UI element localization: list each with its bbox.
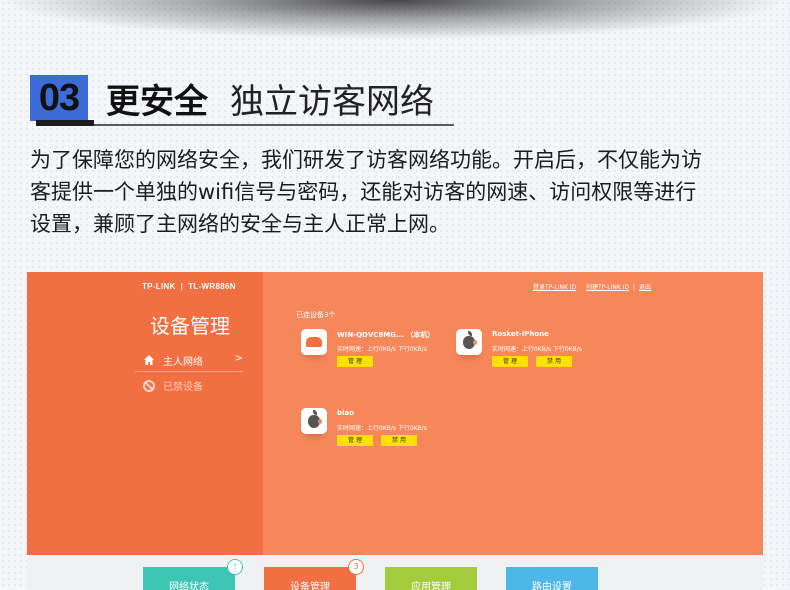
tab-label: 设备管理 [290, 582, 330, 590]
device-speed: 实时网速：上行0KB/s 下行0KB/s [337, 425, 427, 432]
sidebar-title: 设备管理 [150, 314, 230, 338]
disable-button[interactable]: 禁 用 [381, 435, 417, 446]
device-speed: 实时网速：上行0KB/s 下行0KB/s [492, 346, 582, 353]
device-card: biao 实时网速：上行0KB/s 下行0KB/s 管 理 禁 用 [301, 408, 471, 468]
tab-network-status[interactable]: 网络状态 ! [143, 559, 243, 590]
apple-icon [301, 408, 327, 434]
section-title-strong: 更安全 [106, 81, 208, 122]
chevron-right-icon: > [234, 353, 243, 364]
sidebar-divider [135, 371, 243, 372]
disable-button[interactable]: 禁 用 [536, 356, 572, 367]
top-links: 登录TP-LINK ID 创建TP-LINK ID | 退出 [533, 284, 651, 291]
intro-line: 客提供一个单独的wifi信号与密码，还能对访客的网速、访问权限等进行 [30, 180, 697, 204]
device-card: Rosket-iPhone 实时网速：上行0KB/s 下行0KB/s 管 理 禁… [456, 329, 626, 389]
device-name: Rosket-iPhone [492, 330, 549, 338]
router-admin-screenshot: TP-LINK | TL-WR886N 设备管理 主人网络 > 已禁设备 登录TP-… [27, 272, 763, 590]
create-tplink-id-link[interactable]: 创建TP-LINK ID [586, 284, 629, 291]
tab-app-management[interactable]: 应用管理 [385, 567, 477, 590]
apple-icon [456, 329, 482, 355]
tab-label: 网络状态 [169, 582, 209, 590]
router-brand: TP-LINK | TL-WR886N [142, 282, 236, 291]
device-card: WIN-QDVC8MG... （本机） 实时网速：上行0KB/s 下行0KB/s… [301, 329, 471, 389]
heading-underline [94, 124, 454, 126]
section-number: 03 [38, 76, 80, 119]
section-title-light: 独立访客网络 [230, 81, 434, 122]
sidebar-item-host-network[interactable]: 主人网络 > [143, 350, 243, 370]
count-badge: 3 [348, 559, 364, 575]
brand-logo: TP-LINK [142, 282, 176, 291]
router-main-panel: 登录TP-LINK ID 创建TP-LINK ID | 退出 已连设备3个 WI… [263, 272, 763, 555]
device-speed: 实时网速：上行0KB/s 下行0KB/s [337, 346, 427, 353]
router-model: TL-WR886N [188, 282, 236, 291]
tab-label: 路由设置 [532, 582, 572, 590]
sidebar-item-blocked-devices[interactable]: 已禁设备 [143, 378, 203, 393]
intro-line: 为了保障您的网络安全，我们研发了访客网络功能。开启后，不仅能为访 [30, 148, 702, 172]
alert-badge: ! [227, 559, 243, 575]
router-bottom-nav: 网络状态 ! 设备管理 3 应用管理 路由设置 [27, 555, 763, 590]
manage-button[interactable]: 管 理 [337, 435, 373, 446]
intro-paragraph: 为了保障您的网络安全，我们研发了访客网络功能。开启后，不仅能为访 客提供一个单独… [30, 144, 770, 240]
section-heading: 03 更安全 独立访客网络 [30, 72, 434, 126]
tab-router-settings[interactable]: 路由设置 [506, 567, 598, 590]
connected-count-label: 已连设备3个 [296, 311, 336, 319]
manage-button[interactable]: 管 理 [337, 356, 373, 367]
logout-link[interactable]: 退出 [639, 284, 651, 291]
sidebar-item-label: 主人网络 [163, 356, 203, 368]
router-sidebar: TP-LINK | TL-WR886N 设备管理 主人网络 > 已禁设备 [27, 272, 263, 555]
tab-label: 应用管理 [411, 582, 451, 590]
device-name: biao [337, 409, 354, 417]
tab-device-management[interactable]: 设备管理 3 [264, 559, 364, 590]
login-tplink-id-link[interactable]: 登录TP-LINK ID [533, 284, 576, 291]
intro-line: 设置，兼顾了主网络的安全与主人正常上网。 [30, 212, 450, 236]
device-name: WIN-QDVC8MG... （本机） [337, 331, 435, 339]
manage-button[interactable]: 管 理 [492, 356, 528, 367]
home-icon [143, 354, 155, 366]
section-number-badge: 03 [30, 75, 94, 126]
sidebar-item-label: 已禁设备 [163, 382, 203, 393]
computer-icon [301, 329, 327, 355]
ban-icon [143, 379, 155, 392]
top-shadow [0, 0, 790, 40]
